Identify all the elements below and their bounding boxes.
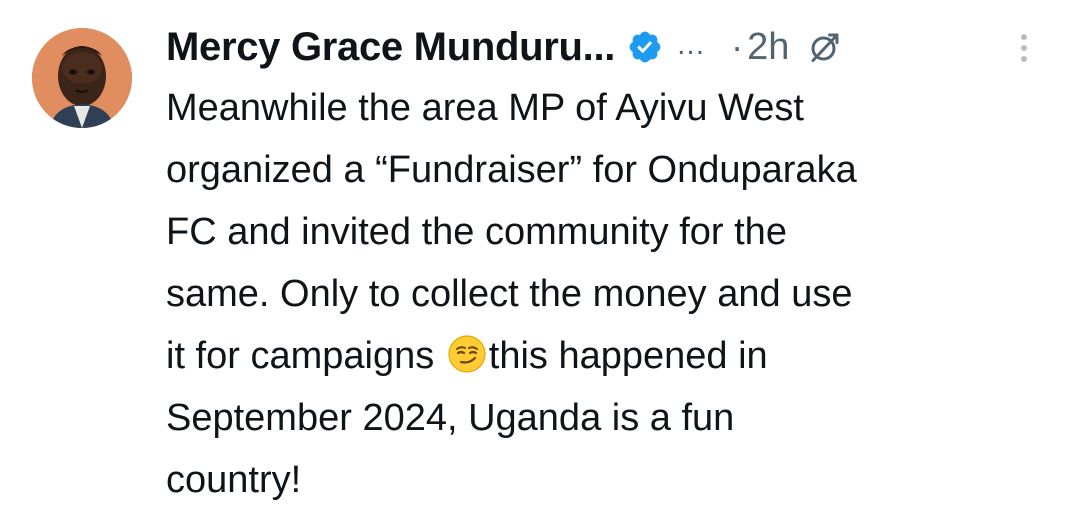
tweet-line: same. Only to collect the money and use <box>166 273 853 315</box>
tweet-header: Mercy Grace Munduru... ... · 2h <box>166 22 843 72</box>
tweet-line-text: it for campaigns <box>166 335 445 377</box>
tweet-line: FC and invited the community for the <box>166 211 787 253</box>
author-display-name[interactable]: Mercy Grace Munduru... <box>166 25 615 70</box>
grok-icon[interactable] <box>807 29 843 65</box>
tweet-line: September 2024, Uganda is a fun <box>166 397 735 439</box>
tweet-line-text-after-emoji: this happened in <box>488 335 768 377</box>
smirking-face-emoji-icon <box>447 334 487 374</box>
user-avatar-icon <box>32 28 132 128</box>
meta-separator: · <box>731 26 744 67</box>
author-handle-truncated: ... <box>677 28 706 61</box>
tweet-body: Meanwhile the area MP of Ayivu West orga… <box>166 77 1046 507</box>
tweet-line: organized a “Fundraiser” for Onduparaka <box>166 149 857 191</box>
tweet-card[interactable]: Mercy Grace Munduru... ... · 2h Meanwhil… <box>0 0 1080 507</box>
tweet-line: country! <box>166 459 302 501</box>
tweet-line-with-emoji: it for campaigns this happened in <box>166 325 1046 387</box>
tweet-line: Meanwhile the area MP of Ayivu West <box>166 87 804 129</box>
author-avatar[interactable] <box>32 28 132 128</box>
more-options-icon[interactable] <box>1014 30 1034 66</box>
tweet-timestamp[interactable]: 2h <box>747 26 789 69</box>
verified-badge-icon <box>627 29 663 65</box>
